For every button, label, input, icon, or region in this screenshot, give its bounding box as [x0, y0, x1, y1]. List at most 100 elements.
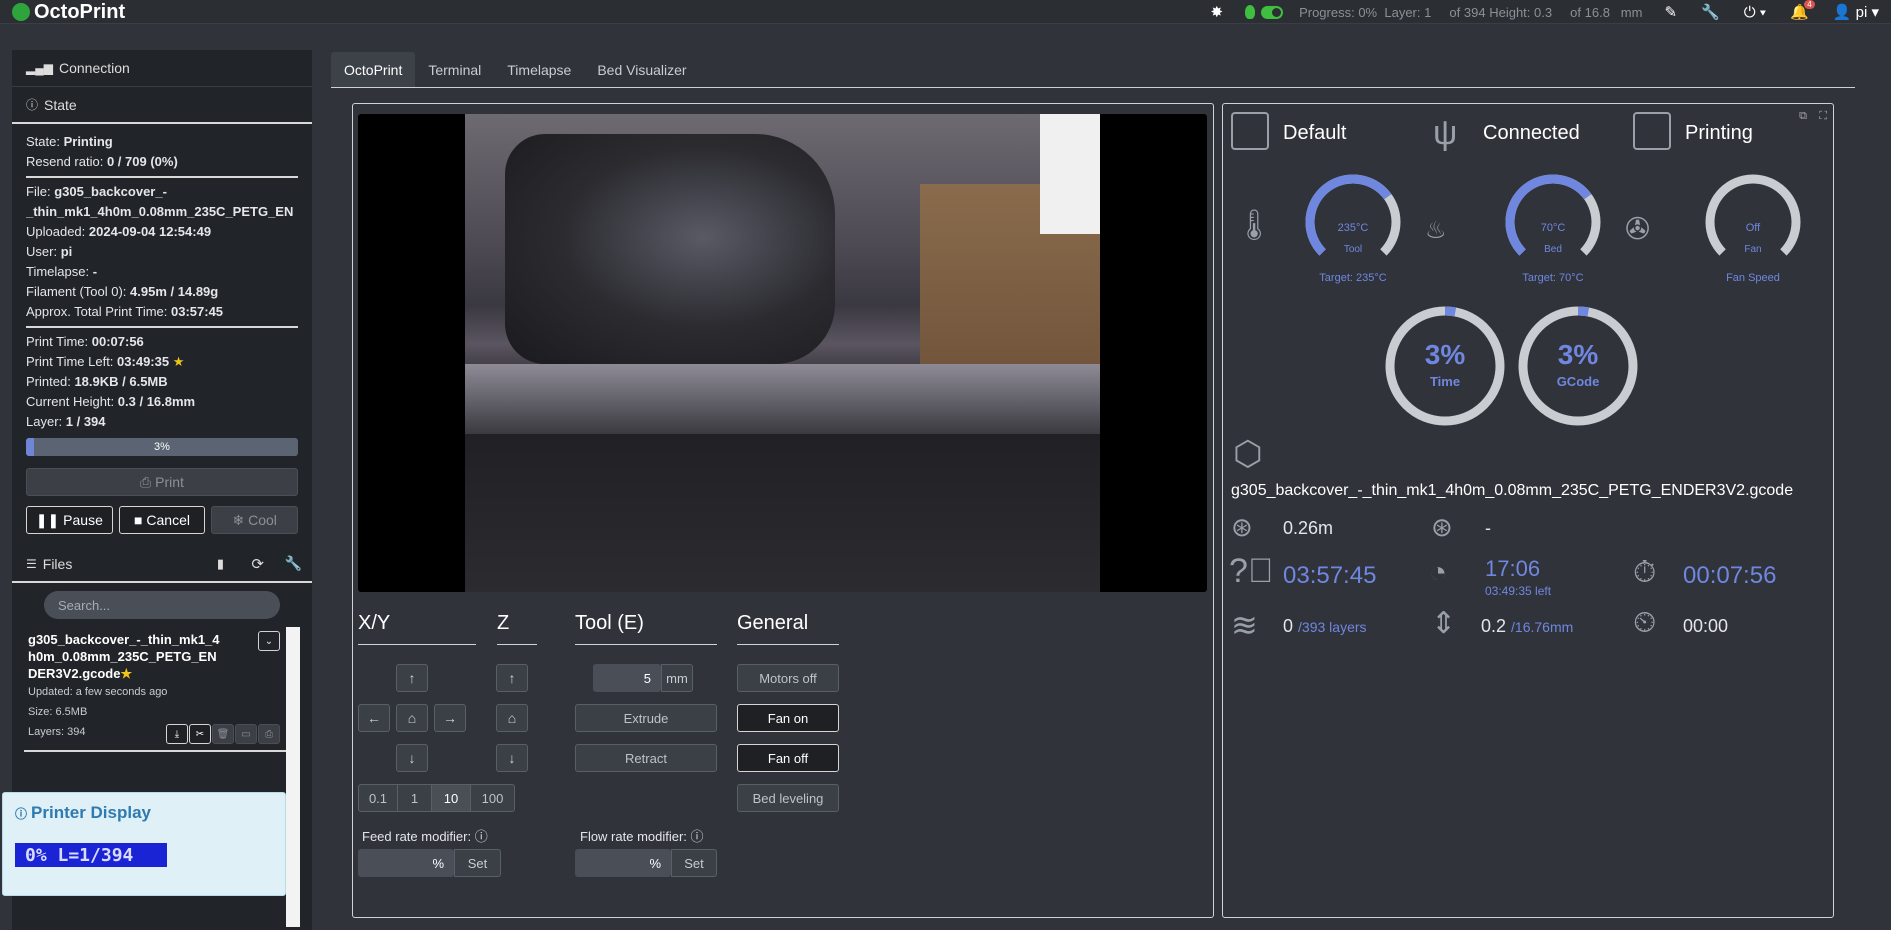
feed-rate-input[interactable]: %: [358, 849, 454, 877]
general-label: General: [737, 612, 809, 634]
divider: [358, 644, 476, 645]
file-size: Size: 6.5MB: [28, 706, 88, 718]
jog-z-plus-button[interactable]: ↑: [496, 664, 528, 692]
current-height: 0.2 /16.76mm: [1481, 616, 1574, 636]
control-panel: X/Y Z Tool (E) General ↑ ← ⌂ → ↓ ↑ ⌂ ↓ 0…: [352, 103, 1214, 918]
info-icon: ⓘ: [26, 98, 39, 112]
signal-icon: ▂▄▆: [26, 61, 53, 75]
jog-x-minus-button[interactable]: ←: [358, 704, 390, 732]
feed-rate-set-button[interactable]: Set: [454, 849, 501, 877]
fan-off-button[interactable]: Fan off: [737, 744, 839, 772]
psu-toggle[interactable]: [1261, 5, 1284, 19]
eta-time: 17:06: [1485, 556, 1541, 581]
print-button[interactable]: ⎙ Print: [26, 468, 298, 496]
divider: [24, 750, 288, 752]
file-expand-toggle[interactable]: ⌄: [258, 631, 280, 651]
question-icon: ?⃝: [1229, 552, 1274, 590]
jog-y-minus-button[interactable]: ↓: [396, 744, 428, 772]
pencil-icon[interactable]: ✎: [1664, 3, 1677, 21]
bug-icon[interactable]: ✸: [1210, 3, 1223, 21]
divider: [575, 644, 717, 645]
download-icon[interactable]: ⤓: [166, 724, 188, 744]
layer-row: Layer: 1 / 394: [26, 414, 106, 429]
step-1-button[interactable]: 1: [397, 784, 432, 812]
time-progress-value: 3%: [1424, 339, 1466, 370]
home-xy-button[interactable]: ⌂: [396, 704, 428, 732]
eta-left: 03:49:35 left: [1485, 584, 1552, 598]
state-panel: State: Printing Resend ratio: 0 / 709 (0…: [12, 124, 312, 542]
retract-button[interactable]: Retract: [575, 744, 717, 772]
resend-row: Resend ratio: 0 / 709 (0%): [26, 154, 178, 169]
connection-panel-header[interactable]: ▂▄▆ Connection: [12, 50, 312, 87]
jog-z-minus-button[interactable]: ↓: [496, 744, 528, 772]
state-panel-header[interactable]: ⓘ State: [12, 87, 312, 124]
file-entry[interactable]: g305_backcover_-_thin_mk1_4 h0m_0.08mm_2…: [24, 627, 284, 746]
dashboard-filename: g305_backcover_-_thin_mk1_4h0m_0.08mm_23…: [1231, 482, 1794, 499]
filament-length: 0.26m: [1283, 518, 1334, 538]
jog-y-plus-button[interactable]: ↑: [396, 664, 428, 692]
light-bulb-icon[interactable]: [1245, 5, 1256, 19]
fan-on-button[interactable]: Fan on: [737, 704, 839, 732]
step-100-button[interactable]: 100: [470, 784, 515, 812]
stopwatch-icon: ⏱: [1633, 556, 1657, 589]
state-row: State: Printing: [26, 134, 113, 149]
jog-x-plus-button[interactable]: →: [434, 704, 466, 732]
bed-temp-gauge-fill: [1505, 174, 1592, 256]
notifications-icon[interactable]: 🔔 4: [1790, 0, 1815, 21]
file-row: File: g305_backcover_- _thin_mk1_4h0m_0.0…: [26, 184, 294, 219]
navbar-right: ✸ Progress: 0% Layer: 1 of 394 Height: 0…: [1198, 0, 1891, 24]
tab-octoprint[interactable]: OctoPrint: [331, 52, 416, 88]
extrude-amount-input[interactable]: 5: [593, 664, 661, 692]
flow-rate-set-button[interactable]: Set: [671, 849, 717, 877]
printer-icon: ⎙: [140, 474, 156, 490]
tab-terminal[interactable]: Terminal: [415, 52, 494, 88]
star-icon: ★: [172, 354, 185, 369]
extrude-button[interactable]: Extrude: [575, 704, 717, 732]
wrench-icon[interactable]: 🔧: [1701, 3, 1720, 21]
user-menu[interactable]: 👤 pi ▾: [1833, 3, 1879, 21]
home-z-button[interactable]: ⌂: [496, 704, 528, 732]
current-layer: 0 /393 layers: [1283, 616, 1367, 636]
pause-button[interactable]: ❚❚ Pause: [26, 506, 113, 534]
star-icon: ★: [120, 666, 133, 681]
info-icon: ⓘ: [15, 806, 28, 821]
bed-leveling-button[interactable]: Bed leveling: [737, 784, 839, 812]
notification-badge: 4: [1804, 0, 1815, 9]
webcam-stream[interactable]: [358, 114, 1207, 592]
filament-weight: -: [1485, 518, 1491, 538]
webcam-background-window: [1040, 114, 1100, 234]
flow-rate-input[interactable]: %: [575, 849, 671, 877]
print-file-icon[interactable]: ⎙: [258, 724, 280, 744]
step-0-1-button[interactable]: 0.1: [358, 784, 398, 812]
uploaded-row: Uploaded: 2024-09-04 12:54:49: [26, 224, 212, 239]
print-progress-bar: 3%: [26, 438, 298, 456]
tab-timelapse[interactable]: Timelapse: [494, 52, 584, 88]
sd-card-icon[interactable]: ▮: [217, 556, 224, 572]
snowflake-icon: ❄: [232, 512, 249, 528]
filament-row: Filament (Tool 0): 4.95m / 14.89g: [26, 284, 219, 299]
gcode-progress-value: 3%: [1557, 339, 1599, 370]
slice-icon[interactable]: ✂: [189, 724, 211, 744]
webcam-printhead: [505, 134, 835, 364]
power-icon[interactable]: ⏻ ▾: [1744, 4, 1766, 21]
motors-off-button[interactable]: Motors off: [737, 664, 839, 692]
print-time-row: Print Time: 00:07:56: [26, 334, 144, 349]
step-10-button[interactable]: 10: [431, 784, 471, 812]
tool-temp-gauge-fill: [1305, 174, 1392, 256]
filament-weight-icon: ⊛: [1431, 512, 1453, 542]
refresh-icon[interactable]: ⟳: [251, 555, 264, 573]
wrench-icon[interactable]: 🔧: [285, 555, 302, 572]
file-cube-icon: ⬡: [1233, 435, 1263, 473]
brand[interactable]: OctoPrint: [12, 0, 125, 24]
files-panel-header[interactable]: ☰ Files ▮ ⟳ 🔧: [12, 546, 312, 583]
files-search-input[interactable]: Search...: [44, 591, 280, 619]
divider: [26, 176, 298, 178]
tab-bed-visualizer[interactable]: Bed Visualizer: [584, 52, 699, 88]
folder-icon[interactable]: ▭: [235, 724, 257, 744]
tool-target: Target: 235°C: [1319, 272, 1387, 284]
cool-button[interactable]: ❄ Cool: [211, 506, 299, 534]
file-list-scrollbar[interactable]: [286, 627, 300, 927]
cancel-button[interactable]: ■ Cancel: [118, 506, 206, 534]
trash-icon[interactable]: 🗑: [212, 724, 234, 744]
navbar-print-status: Progress: 0% Layer: 1 of 394 Height: 0.3…: [1299, 4, 1643, 20]
